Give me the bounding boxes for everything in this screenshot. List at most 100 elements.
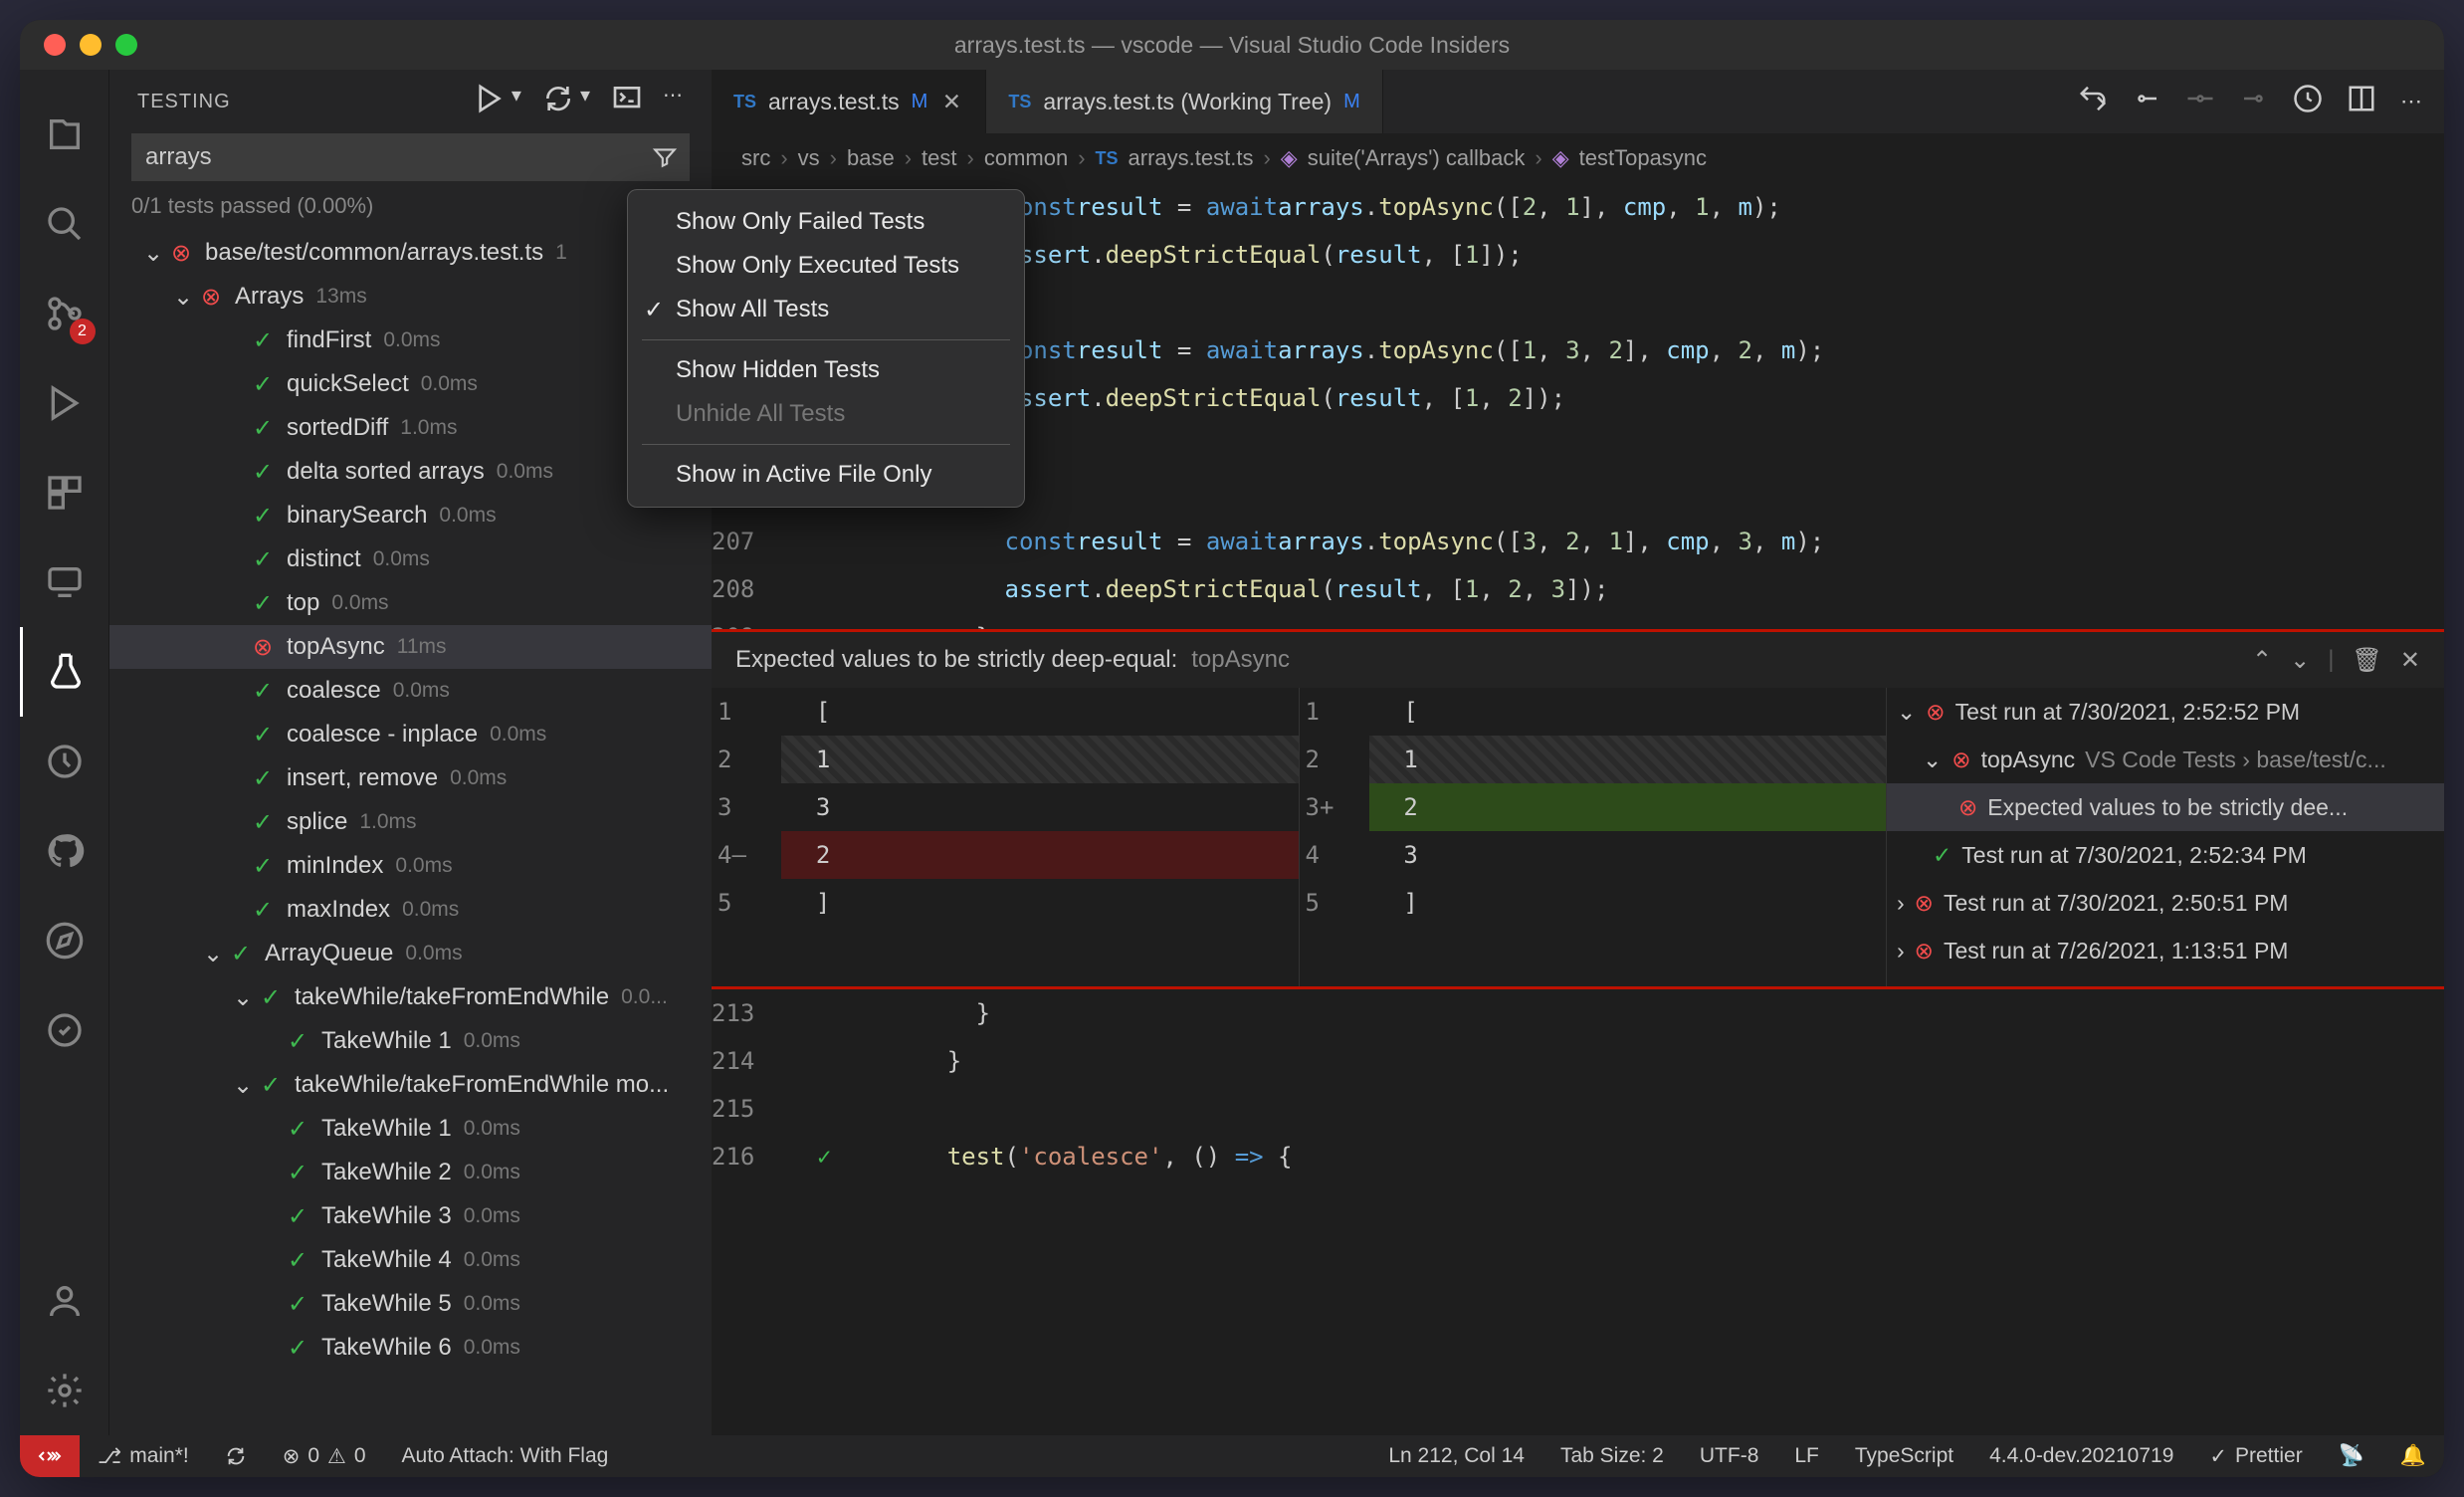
code-line[interactable] — [861, 1085, 2444, 1133]
tree-test-row[interactable]: ✓findFirst0.0ms — [109, 319, 712, 362]
auto-attach-status[interactable]: Auto Attach: With Flag — [384, 1444, 627, 1468]
tree-test-row[interactable]: ✓delta sorted arrays0.0ms — [109, 450, 712, 494]
tree-test-row[interactable]: ✓TakeWhile 30.0ms — [109, 1194, 712, 1238]
code-line[interactable]: const result = await arrays.topAsync([1,… — [861, 326, 2444, 374]
bell-icon[interactable]: 🔔 — [2382, 1444, 2444, 1469]
run-all-button[interactable] — [474, 83, 506, 120]
menu-item[interactable]: Show Hidden Tests — [628, 348, 1024, 392]
more-button[interactable]: ⋯ — [663, 83, 684, 120]
breadcrumb[interactable]: src› vs› base› test› common› TS arrays.t… — [712, 133, 2444, 183]
tree-test-row[interactable]: ✓ TakeWhile 1 0.0ms — [109, 1019, 712, 1063]
code-line[interactable]: assert.deepStrictEqual(result, [1, 2]); — [861, 374, 2444, 422]
menu-item[interactable]: Show All Tests — [628, 288, 1024, 331]
more-icon[interactable]: ⋯ — [2400, 89, 2422, 114]
code-line[interactable]: assert.deepStrictEqual(result, [1]); — [861, 231, 2444, 279]
close-window-button[interactable] — [44, 34, 66, 56]
test-run-row[interactable]: ⊗Expected values to be strictly dee... — [1887, 783, 2444, 831]
close-tab-button[interactable]: ✕ — [939, 89, 963, 115]
show-output-button[interactable] — [611, 83, 643, 120]
menu-item[interactable]: Show Only Executed Tests — [628, 244, 1024, 288]
tab-size[interactable]: Tab Size: 2 — [1542, 1444, 1682, 1469]
tree-test-row[interactable]: ✓sortedDiff1.0ms — [109, 406, 712, 450]
close-icon[interactable]: ✕ — [2400, 646, 2420, 675]
tree-test-row[interactable]: ✓TakeWhile 50.0ms — [109, 1282, 712, 1326]
menu-item[interactable]: Show Only Failed Tests — [628, 200, 1024, 244]
history-icon[interactable] — [20, 717, 109, 806]
commit-icon[interactable] — [2185, 84, 2215, 119]
remote-indicator[interactable] — [20, 1435, 80, 1477]
tree-test-row[interactable]: ✓binarySearch0.0ms — [109, 494, 712, 537]
tree-test-row[interactable]: ✓top0.0ms — [109, 581, 712, 625]
test-run-row[interactable]: ⌄ ⊗topAsyncVS Code Tests › base/test/c..… — [1887, 736, 2444, 783]
sync-status[interactable] — [207, 1445, 265, 1467]
trash-icon[interactable]: 🗑 — [2352, 646, 2381, 675]
code-line[interactable]: const result = await arrays.topAsync([3,… — [861, 518, 2444, 565]
github-icon[interactable] — [20, 806, 109, 896]
language-mode[interactable]: TypeScript — [1837, 1444, 1971, 1469]
expand-icon[interactable]: ⌄ — [2290, 646, 2310, 675]
cursor-position[interactable]: Ln 212, Col 14 — [1370, 1444, 1542, 1469]
refresh-dropdown[interactable]: ▾ — [580, 83, 591, 120]
tree-test-row[interactable]: ✓distinct0.0ms — [109, 537, 712, 581]
revert-icon[interactable] — [2293, 84, 2323, 119]
minimize-window-button[interactable] — [80, 34, 102, 56]
next-change-icon[interactable] — [2239, 84, 2269, 119]
settings-gear-icon[interactable] — [20, 1346, 109, 1435]
code-line[interactable]: { — [861, 470, 2444, 518]
search-icon[interactable] — [20, 179, 109, 269]
tree-test-row[interactable]: ✓coalesce - inplace0.0ms — [109, 713, 712, 756]
code-line[interactable]: const result = await arrays.topAsync([2,… — [861, 183, 2444, 231]
code-editor-below[interactable]: 213214215216 } }✓ test('coalesce', () =>… — [712, 989, 2444, 1435]
code-line[interactable]: } — [861, 989, 2444, 1037]
refresh-button[interactable] — [542, 83, 574, 120]
code-line[interactable]: ✓ test('coalesce', () => { — [861, 1133, 2444, 1180]
extensions-icon[interactable] — [20, 448, 109, 537]
code-line[interactable]: } — [861, 613, 2444, 629]
compare-icon[interactable] — [2078, 84, 2108, 119]
feedback-icon[interactable]: 📡 — [2321, 1444, 2382, 1469]
run-icon[interactable] — [20, 358, 109, 448]
tree-test-row[interactable]: ✓TakeWhile 60.0ms — [109, 1326, 712, 1370]
tree-test-row[interactable]: ✓maxIndex0.0ms — [109, 888, 712, 932]
filter-input[interactable] — [131, 133, 640, 181]
tree-suite-row[interactable]: ⌄ ✓ ArrayQueue 0.0ms — [109, 932, 712, 975]
remote-icon[interactable] — [20, 537, 109, 627]
tree-suite-row[interactable]: ⌄ ✓ takeWhile/takeFromEndWhile 0.0... — [109, 975, 712, 1019]
test-run-row[interactable]: ⌄ ⊗Test run at 7/30/2021, 2:52:52 PM — [1887, 688, 2444, 736]
tree-test-row[interactable]: ✓insert, remove0.0ms — [109, 756, 712, 800]
test-run-row[interactable]: › ⊗Test run at 7/30/2021, 2:50:51 PM — [1887, 879, 2444, 927]
menu-item[interactable]: Show in Active File Only — [628, 453, 1024, 497]
branch-status[interactable]: ⎇ main*! — [80, 1444, 207, 1469]
test-gutter-pass-icon[interactable]: ✓ — [817, 1133, 831, 1180]
tree-test-row[interactable]: ✓quickSelect0.0ms — [109, 362, 712, 406]
editor-tab[interactable]: TS arrays.test.ts (Working Tree) M — [986, 70, 1382, 133]
tree-test-row[interactable]: ✓TakeWhile 40.0ms — [109, 1238, 712, 1282]
compass-icon[interactable] — [20, 896, 109, 985]
tree-test-row[interactable]: ✓coalesce0.0ms — [109, 669, 712, 713]
scm-icon[interactable]: 2 — [20, 269, 109, 358]
ts-version[interactable]: 4.4.0-dev.20210719 — [1971, 1444, 2191, 1469]
editor-tab[interactable]: TS arrays.test.ts M ✕ — [712, 70, 986, 133]
encoding[interactable]: UTF-8 — [1682, 1444, 1777, 1469]
accounts-icon[interactable] — [20, 1256, 109, 1346]
prettier-status[interactable]: ✓ Prettier — [2191, 1444, 2320, 1469]
code-line[interactable] — [861, 279, 2444, 326]
eol[interactable]: LF — [1776, 1444, 1837, 1469]
tree-suite-row[interactable]: ⌄ ✓ takeWhile/takeFromEndWhile mo... — [109, 1063, 712, 1107]
test-run-row[interactable]: › ✓Test run at 7/15/2021, 4:02:56 PM — [1887, 974, 2444, 986]
target-icon[interactable] — [20, 985, 109, 1075]
test-run-row[interactable]: › ⊗Test run at 7/26/2021, 1:13:51 PM — [1887, 927, 2444, 974]
tree-file-row[interactable]: ⌄ ⊗ base/test/common/arrays.test.ts 1 — [109, 231, 712, 275]
filter-menu-button[interactable] — [640, 133, 690, 181]
collapse-icon[interactable]: ⌃ — [2252, 646, 2272, 675]
tree-suite-row[interactable]: ⌄ ⊗ Arrays 13ms — [109, 275, 712, 319]
maximize-window-button[interactable] — [115, 34, 137, 56]
split-editor-icon[interactable] — [2347, 84, 2376, 119]
tree-test-row[interactable]: ✓TakeWhile 10.0ms — [109, 1107, 712, 1151]
tree-test-row[interactable]: ✓splice1.0ms — [109, 800, 712, 844]
prev-change-icon[interactable] — [2132, 84, 2161, 119]
test-run-row[interactable]: ✓Test run at 7/30/2021, 2:52:34 PM — [1887, 831, 2444, 879]
problems-status[interactable]: ⊗ 0 ⚠ 0 — [265, 1444, 384, 1469]
explorer-icon[interactable] — [20, 90, 109, 179]
code-line[interactable] — [861, 422, 2444, 470]
